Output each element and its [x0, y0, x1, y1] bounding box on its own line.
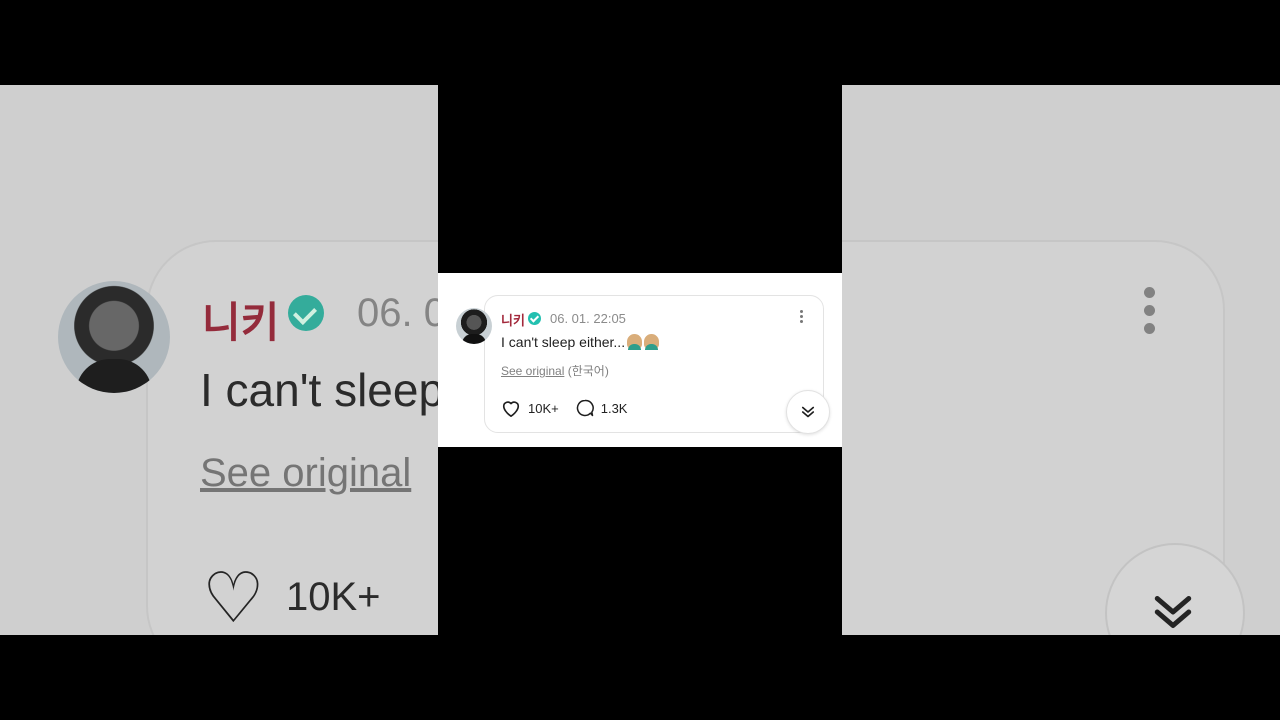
- more-vertical-icon[interactable]: [794, 308, 808, 328]
- heart-icon[interactable]: [500, 398, 522, 418]
- scroll-down-button[interactable]: [786, 390, 830, 434]
- comment-bubble-icon: [575, 398, 595, 418]
- verified-badge-icon: [528, 312, 541, 325]
- translation-row: See original (한국어): [501, 362, 609, 379]
- like-count: 10K+: [528, 400, 559, 416]
- author-avatar[interactable]: [456, 308, 492, 344]
- post-text-content: I can't sleep either...: [501, 334, 626, 350]
- man-gesturing-emoji-icon: [644, 334, 660, 350]
- double-chevron-down-icon: [801, 406, 815, 418]
- reaction-bar: 10K+ 1.3K: [500, 397, 627, 419]
- comment-button[interactable]: 1.3K: [575, 398, 628, 418]
- comment-count: 1.3K: [600, 400, 628, 416]
- post-timestamp: 06. 01. 22:05: [550, 311, 626, 326]
- original-language-label: (한국어): [567, 364, 609, 378]
- see-original-link[interactable]: See original: [501, 364, 564, 378]
- man-gesturing-emoji-icon: [627, 334, 643, 350]
- post-text: I can't sleep either...: [501, 334, 660, 350]
- author-name[interactable]: 니키: [501, 310, 525, 329]
